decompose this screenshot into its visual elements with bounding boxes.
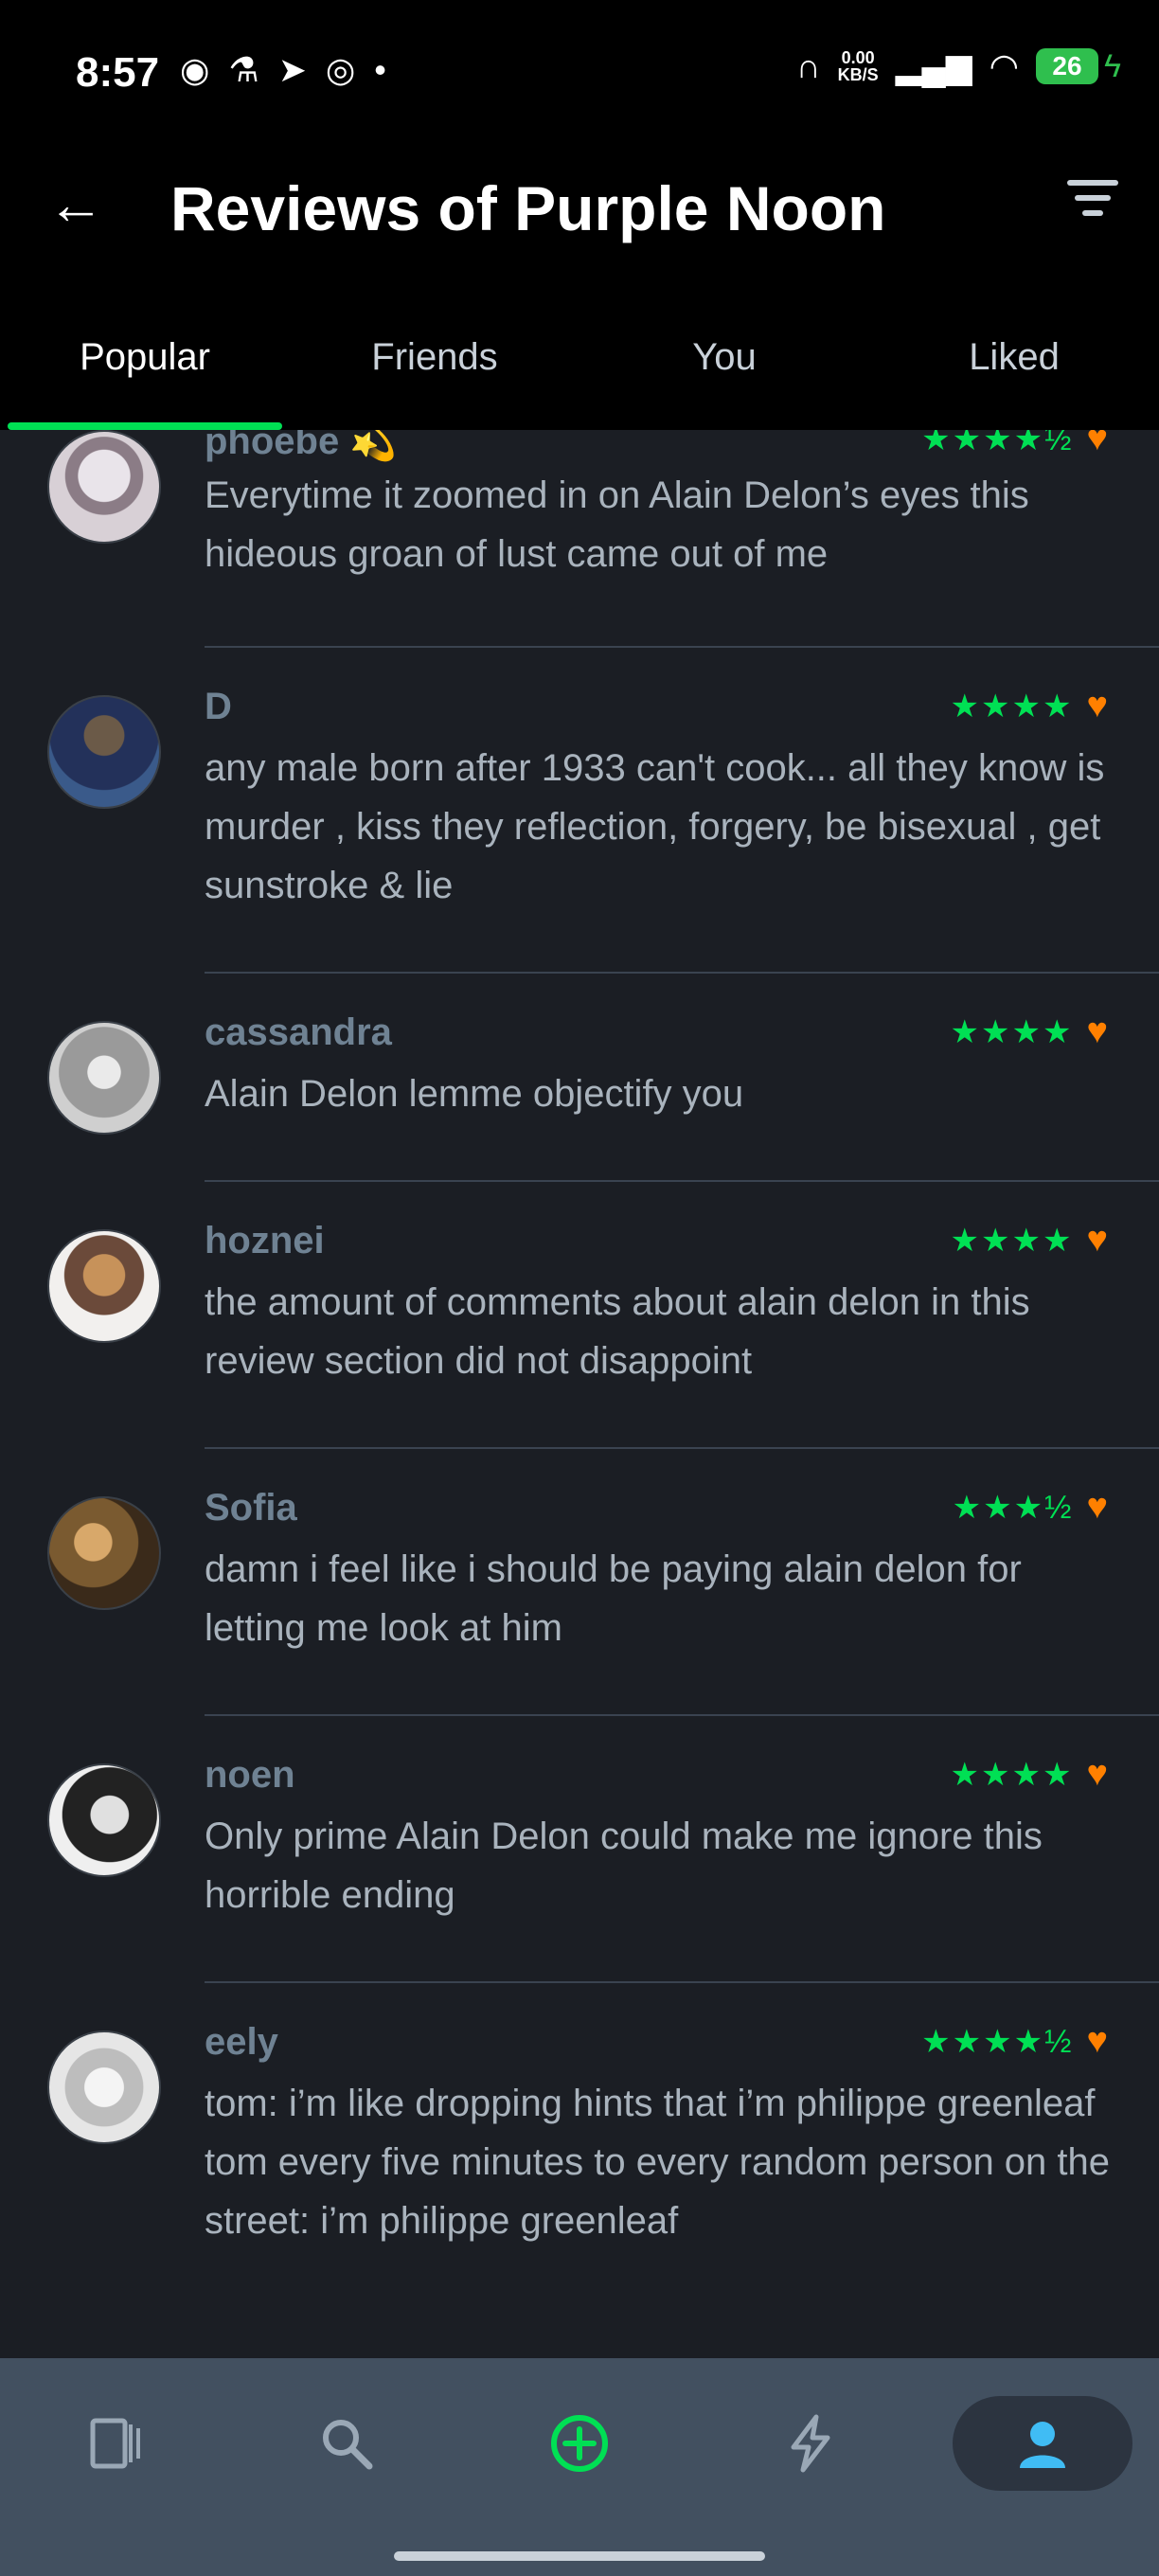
star-rating: ★★★★	[950, 1756, 1074, 1793]
review-rating: ★★★★½ ♥	[921, 430, 1110, 459]
avatar[interactable]	[47, 1021, 161, 1135]
review-text[interactable]: any male born after 1933 can't cook... a…	[205, 739, 1114, 915]
review-rating: ★★★★ ♥	[951, 1220, 1110, 1261]
star-rating: ★★★★	[950, 688, 1074, 724]
avatar[interactable]	[47, 430, 161, 544]
charging-icon: ϟ	[1104, 47, 1121, 84]
filter-icon[interactable]	[1064, 180, 1121, 227]
review-text[interactable]: the amount of comments about alain delon…	[205, 1273, 1114, 1390]
review-rating: ★★★★ ♥	[951, 1754, 1110, 1795]
avatar[interactable]	[47, 1229, 161, 1343]
review-rating: ★★★★ ♥	[951, 686, 1110, 726]
net-speed-value: 0.00	[841, 48, 875, 67]
review-item[interactable]: cassandra ★★★★ ♥ Alain Delon lemme objec…	[0, 974, 1159, 1182]
review-text[interactable]: Only prime Alain Delon could make me ign…	[205, 1807, 1114, 1924]
review-username[interactable]: cassandra	[205, 1011, 392, 1054]
heart-icon: ♥	[1086, 1220, 1110, 1260]
avatar[interactable]	[47, 695, 161, 809]
review-username[interactable]: eely	[205, 2021, 278, 2064]
review-text[interactable]: Everytime it zoomed in on Alain Delon’s …	[205, 466, 1114, 583]
signal-icon: ▂▄▆	[895, 46, 972, 85]
tab-bar: Popular Friends You Liked	[0, 284, 1159, 430]
review-username[interactable]: noen	[205, 1754, 295, 1797]
review-item[interactable]: Sofia ★★★½ ♥ damn i feel like i should b…	[0, 1449, 1159, 1716]
avatar[interactable]	[47, 1496, 161, 1610]
avatar[interactable]	[47, 1763, 161, 1877]
add-icon[interactable]	[504, 2396, 655, 2491]
star-rating: ★★★½	[952, 1489, 1074, 1526]
review-rating: ★★★★½ ♥	[921, 2021, 1110, 2062]
net-speed: 0.00 KB/S	[838, 49, 879, 83]
telegram-icon: ➤	[277, 50, 307, 89]
review-username[interactable]: Sofia	[205, 1487, 297, 1530]
review-text[interactable]: tom: i’m like dropping hints that i’m ph…	[205, 2074, 1114, 2250]
heart-icon: ♥	[1086, 430, 1110, 458]
heart-icon: ♥	[1086, 1487, 1110, 1527]
tab-you[interactable]: You	[580, 284, 869, 430]
review-text[interactable]: damn i feel like i should be paying alai…	[205, 1540, 1114, 1657]
tab-liked[interactable]: Liked	[869, 284, 1159, 430]
films-icon-svg	[90, 2418, 140, 2469]
avatar[interactable]	[47, 2030, 161, 2144]
back-arrow-icon[interactable]: ←	[47, 176, 104, 233]
heart-icon: ♥	[1086, 1011, 1110, 1051]
instagram-icon: ◎	[325, 50, 356, 89]
home-indicator[interactable]	[394, 2551, 765, 2561]
flask-icon: ⚗	[228, 50, 259, 89]
app-header: ← Reviews of Purple Noon	[0, 142, 1159, 284]
review-item[interactable]: hoznei ★★★★ ♥ the amount of comments abo…	[0, 1182, 1159, 1449]
net-speed-unit: KB/S	[837, 65, 879, 84]
status-bar: 8:57 ◉ ⚗ ➤ ◎ • ∩ 0.00 KB/S ▂▄▆ ◠ 26 ϟ	[0, 0, 1159, 142]
headphones-icon: ∩	[795, 46, 821, 85]
heart-icon: ♥	[1086, 2021, 1110, 2061]
review-item[interactable]: noen ★★★★ ♥ Only prime Alain Delon could…	[0, 1716, 1159, 1983]
heart-icon: ♥	[1086, 686, 1110, 725]
discord-icon: ◉	[180, 50, 210, 89]
system-icons: ∩ 0.00 KB/S ▂▄▆ ◠ 26 ϟ	[796, 47, 1121, 85]
dot-icon: •	[374, 50, 386, 89]
review-username[interactable]: D	[205, 686, 232, 728]
review-username[interactable]: phoebe 💫	[205, 430, 397, 463]
status-time: 8:57	[76, 49, 160, 96]
wifi-icon: ◠	[989, 46, 1019, 85]
review-item[interactable]: D ★★★★ ♥ any male born after 1933 can't …	[0, 648, 1159, 974]
reviews-list[interactable]: phoebe 💫 ★★★★½ ♥ Everytime it zoomed in …	[0, 430, 1159, 2358]
star-rating: ★★★★	[950, 1013, 1074, 1050]
profile-icon-svg	[1020, 2422, 1065, 2468]
review-text[interactable]: Alain Delon lemme objectify you	[205, 1064, 1114, 1123]
heart-icon: ♥	[1086, 1754, 1110, 1794]
battery: 26 ϟ	[1036, 48, 1121, 85]
star-rating: ★★★★½	[921, 430, 1074, 457]
films-icon[interactable]	[40, 2396, 191, 2491]
search-icon-svg	[323, 2420, 373, 2470]
activity-icon-svg	[791, 2414, 830, 2473]
activity-icon[interactable]	[735, 2396, 886, 2491]
search-icon[interactable]	[271, 2396, 422, 2491]
tab-popular[interactable]: Popular	[0, 284, 290, 430]
review-rating: ★★★½ ♥	[953, 1487, 1110, 1528]
star-rating: ★★★★½	[921, 2023, 1074, 2060]
review-username[interactable]: hoznei	[205, 1220, 325, 1262]
notification-icons: ◉ ⚗ ➤ ◎ •	[180, 51, 386, 89]
tab-friends[interactable]: Friends	[290, 284, 580, 430]
review-item[interactable]: phoebe 💫 ★★★★½ ♥ Everytime it zoomed in …	[0, 430, 1159, 667]
profile-icon[interactable]	[953, 2396, 1132, 2491]
review-item[interactable]: eely ★★★★½ ♥ tom: i’m like dropping hint…	[0, 1983, 1159, 2358]
battery-level: 26	[1036, 48, 1098, 84]
star-rating: ★★★★	[950, 1222, 1074, 1259]
review-rating: ★★★★ ♥	[951, 1011, 1110, 1052]
bottom-nav	[0, 2358, 1159, 2576]
add-icon-svg	[551, 2415, 608, 2472]
page-title: Reviews of Purple Noon	[170, 173, 886, 243]
